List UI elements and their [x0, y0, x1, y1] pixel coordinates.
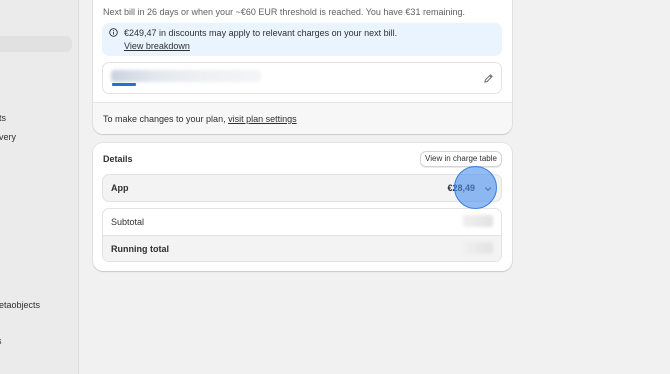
- details-title: Details: [103, 154, 133, 164]
- sidebar-item-label[interactable]: very: [0, 132, 16, 142]
- sidebar-item-label[interactable]: etaobjects: [0, 300, 40, 310]
- app-label: App: [111, 183, 129, 193]
- subtotal-row: Subtotal: [103, 209, 501, 235]
- plan-footer-prefix: To make changes to your plan,: [103, 114, 229, 124]
- sidebar-item-label[interactable]: ts: [0, 113, 6, 123]
- redacted-running-total-value: [463, 242, 493, 254]
- redacted-accent: [112, 83, 136, 86]
- chevron-down-icon[interactable]: [484, 185, 492, 193]
- plan-footer: To make changes to your plan, visit plan…: [93, 102, 512, 134]
- redacted-value: [111, 70, 261, 82]
- plan-name-field[interactable]: [102, 62, 502, 94]
- running-total-row: Running total: [103, 235, 501, 261]
- subtotal-label: Subtotal: [111, 217, 145, 227]
- next-bill-text: Next bill in 26 days or when your ~€60 E…: [103, 7, 465, 17]
- sidebar: ts very etaobjects s: [0, 0, 79, 374]
- info-icon: [109, 28, 118, 37]
- visit-plan-settings-link[interactable]: visit plan settings: [228, 114, 297, 124]
- details-card: Details View in charge table App €28,49 …: [93, 143, 512, 271]
- app-charge-row[interactable]: App €28,49: [102, 174, 502, 202]
- sidebar-item-label[interactable]: s: [0, 336, 2, 346]
- pencil-icon[interactable]: [483, 73, 494, 84]
- view-in-charge-table-button[interactable]: View in charge table: [420, 151, 502, 167]
- sidebar-active-item[interactable]: [0, 36, 72, 52]
- view-breakdown-link[interactable]: View breakdown: [124, 41, 190, 51]
- running-total-label: Running total: [111, 244, 169, 254]
- app-amount: €28,49: [447, 183, 475, 193]
- totals-table: Subtotal Running total: [102, 208, 502, 262]
- discount-banner: €249,47 in discounts may apply to releva…: [102, 23, 502, 56]
- billing-card: Next bill in 26 days or when your ~€60 E…: [93, 0, 512, 134]
- plan-footer-text: To make changes to your plan, visit plan…: [103, 114, 297, 124]
- discount-banner-text: €249,47 in discounts may apply to releva…: [124, 28, 398, 38]
- redacted-subtotal-value: [463, 215, 493, 227]
